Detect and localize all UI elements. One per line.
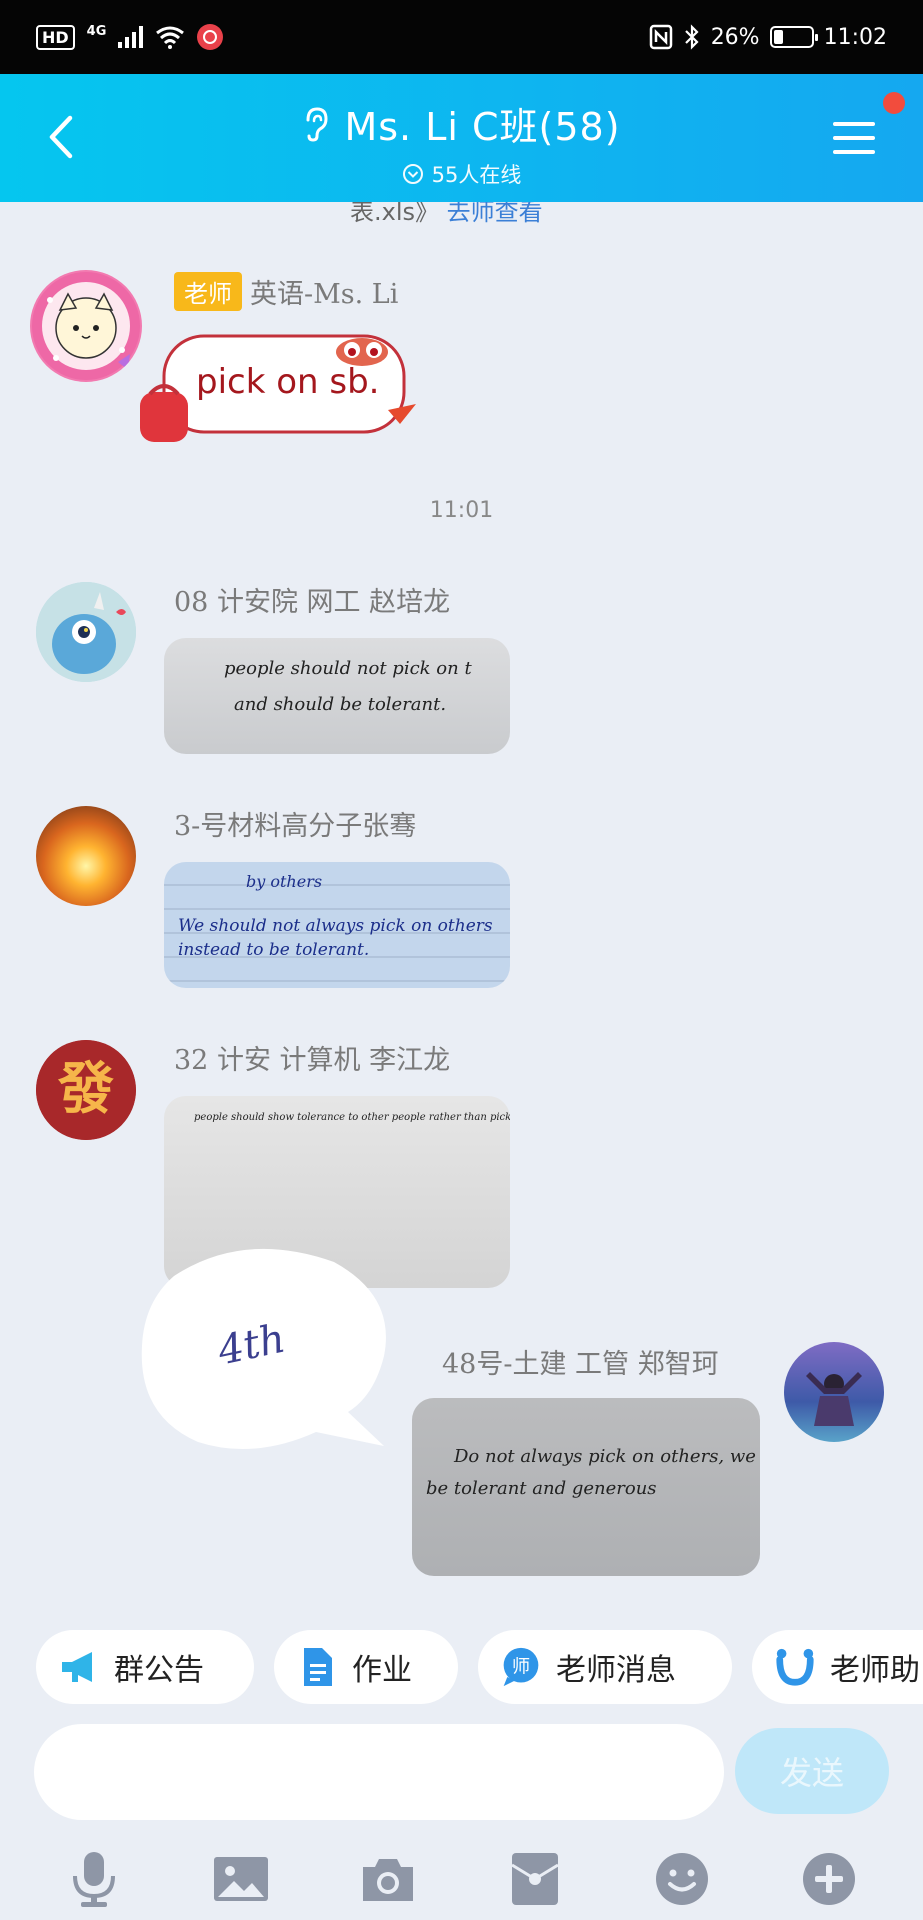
chip-announcement[interactable]: 群公告: [36, 1630, 254, 1704]
hd-indicator: HD: [36, 24, 75, 50]
message-feed[interactable]: 表.xls》 去师查看 老师 英语-Ms. Li pick on sb. 11:…: [0, 202, 923, 1602]
bottom-toolbar: [0, 1838, 923, 1920]
battery-percent: 26%: [710, 24, 760, 50]
quick-action-bar: 群公告 作业 师 老师消息 老师助: [0, 1630, 923, 1704]
sender-name: 32 计安 计算机 李江龙: [174, 1045, 451, 1076]
sender-name: 48号-土建 工管 郑智珂: [442, 1349, 719, 1380]
red-packet-icon[interactable]: [505, 1849, 565, 1909]
online-count-text: 55人在线: [431, 163, 522, 187]
notification-app-icon: [197, 24, 224, 50]
wifi-icon: [156, 26, 185, 49]
chip-assistant[interactable]: 老师助: [752, 1630, 923, 1704]
menu-notification-dot: [883, 92, 905, 114]
status-bar: HD 4G 26% 11:02: [0, 0, 923, 74]
image-message[interactable]: Do not always pick on others, we should …: [412, 1398, 760, 1576]
document-icon: [296, 1646, 338, 1688]
teacher-message-icon: 师: [500, 1646, 542, 1688]
sender-name: 老师 英语-Ms. Li: [174, 272, 398, 311]
person-avatar-image: [806, 1372, 862, 1426]
message-input[interactable]: [34, 1724, 724, 1820]
emoji-icon[interactable]: [652, 1849, 712, 1909]
photo-text-line: We should not always pick on others: [178, 916, 493, 936]
sender-name: 3-号材料高分子张骞: [174, 811, 417, 842]
avatar[interactable]: [30, 270, 142, 382]
chat-title[interactable]: Ms. Li C班(58): [302, 96, 620, 151]
network-type: 4G: [86, 23, 107, 39]
speech-sticker[interactable]: 4th: [134, 1236, 396, 1466]
menu-icon[interactable]: [831, 118, 877, 158]
chip-teacher-message[interactable]: 师 老师消息: [478, 1630, 732, 1704]
photo-text-line: people should show tolerance to other pe…: [194, 1112, 510, 1123]
monster-avatar-image: [36, 582, 136, 682]
image-icon[interactable]: [211, 1849, 271, 1909]
battery-icon: [769, 26, 818, 48]
ear-icon: [306, 106, 328, 142]
chip-label: 老师消息: [556, 1653, 676, 1688]
avatar[interactable]: [36, 806, 136, 906]
sender-name-text: 英语-Ms. Li: [250, 279, 399, 310]
chevron-down-circle-icon: [402, 164, 423, 184]
fa-character-avatar-image: 發: [36, 1040, 136, 1140]
cat-avatar-image: [32, 272, 140, 380]
photo-text-line: be tolerant and generous: [426, 1478, 657, 1499]
image-message[interactable]: people should not pick on t and should b…: [164, 638, 510, 754]
image-message[interactable]: by others We should not always pick on o…: [164, 862, 510, 988]
photo-text-line: instead to be tolerant.: [178, 940, 370, 960]
assistant-icon: [774, 1646, 816, 1688]
nfc-icon: [649, 24, 672, 50]
avatar[interactable]: [784, 1342, 884, 1442]
bluetooth-icon: [684, 24, 699, 50]
online-count[interactable]: 55人在线: [402, 159, 522, 189]
avatar[interactable]: 發: [36, 1040, 136, 1140]
sender-name: 08 计安院 网工 赵培龙: [174, 587, 451, 618]
svg-text:發: 發: [57, 1057, 114, 1122]
chat-header: Ms. Li C班(58) 55人在线: [0, 74, 923, 202]
teacher-badge: 老师: [174, 272, 242, 311]
signal-icon: [118, 26, 144, 48]
photo-text-line: Do not always pick on others, we should: [454, 1446, 760, 1467]
composer: 发送: [34, 1724, 889, 1820]
partial-message: 表.xls》 去师查看: [350, 202, 543, 227]
clock: 11:02: [823, 24, 887, 50]
chip-label: 老师助: [830, 1653, 920, 1688]
sticker-message[interactable]: pick on sb.: [140, 328, 420, 448]
avatar[interactable]: [36, 582, 136, 682]
chip-homework[interactable]: 作业: [274, 1630, 458, 1704]
camera-icon[interactable]: [358, 1849, 418, 1909]
photo-text-line: and should be tolerant.: [234, 694, 447, 715]
microphone-icon[interactable]: [64, 1849, 124, 1909]
sticker-text: pick on sb.: [196, 362, 380, 402]
time-divider: 11:01: [429, 498, 494, 523]
chip-label: 群公告: [114, 1653, 204, 1688]
send-button[interactable]: 发送: [735, 1728, 889, 1814]
partial-link[interactable]: 去师查看: [447, 202, 543, 226]
chip-label: 作业: [352, 1653, 412, 1688]
plus-icon[interactable]: [799, 1849, 859, 1909]
chat-title-text: Ms. Li C班(58): [344, 105, 621, 149]
megaphone-icon: [58, 1646, 100, 1688]
photo-text-line: by others: [246, 872, 323, 891]
photo-text-line: people should not pick on t: [224, 658, 472, 679]
partial-text: 表.xls》: [350, 202, 440, 226]
svg-text:师: 师: [512, 1656, 530, 1677]
